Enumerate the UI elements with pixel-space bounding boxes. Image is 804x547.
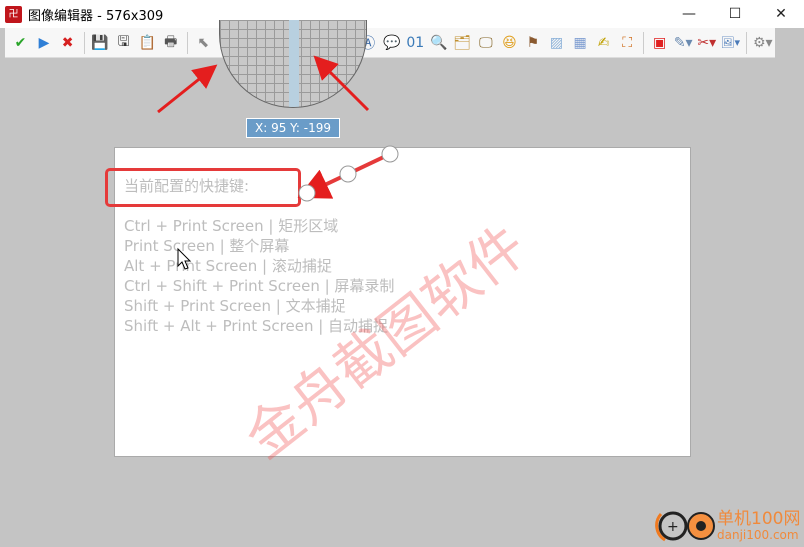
logo-url: danji100.com xyxy=(717,528,799,542)
arrow-annotation xyxy=(313,55,370,112)
logo-name: 单机100网 xyxy=(717,509,801,529)
arrow-handle xyxy=(339,165,357,183)
svg-text:+: + xyxy=(667,519,679,535)
arrow-handle xyxy=(298,184,316,202)
arrow-annotation xyxy=(157,64,218,114)
arrow-handle xyxy=(381,145,399,163)
logo-mark-icon: + xyxy=(655,511,715,542)
site-logo: + 单机100网 danji100.com xyxy=(655,508,800,544)
annotation-overlay xyxy=(157,55,399,270)
mouse-cursor-icon xyxy=(177,247,192,270)
